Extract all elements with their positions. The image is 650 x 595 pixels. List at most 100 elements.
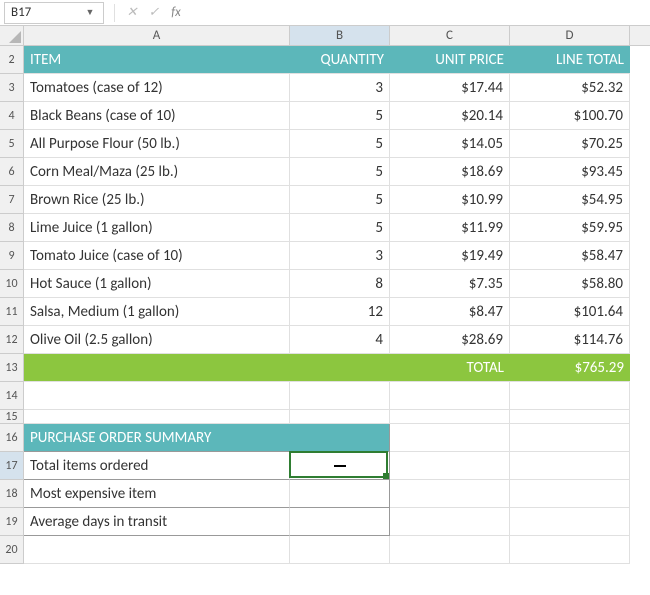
cell[interactable]: Average days in transit [24,508,290,536]
fx-icon[interactable]: fx [165,2,187,24]
cell[interactable] [510,452,630,480]
cell[interactable] [24,354,290,382]
cell[interactable]: Tomato Juice (case of 10) [24,242,290,270]
row-header[interactable]: 2 [0,46,24,74]
cell[interactable] [24,410,290,424]
cell[interactable]: $58.47 [510,242,630,270]
row-header[interactable]: 7 [0,186,24,214]
cell[interactable]: QUANTITY [290,46,390,74]
cell[interactable]: $52.32 [510,74,630,102]
cell[interactable]: $101.64 [510,298,630,326]
cell[interactable]: $20.14 [390,102,510,130]
col-header-c[interactable]: C [390,26,510,45]
cell[interactable]: Lime Juice (1 gallon) [24,214,290,242]
cell[interactable]: 5 [290,214,390,242]
cell[interactable] [290,480,390,508]
cell[interactable] [390,410,510,424]
cell[interactable] [290,424,390,452]
cell[interactable]: $17.44 [390,74,510,102]
cell[interactable] [510,536,630,564]
cell[interactable]: Olive Oil (2.5 gallon) [24,326,290,354]
cell[interactable]: $59.95 [510,214,630,242]
cell[interactable] [510,508,630,536]
cell[interactable]: 5 [290,130,390,158]
cell[interactable]: ITEM [24,46,290,74]
cell[interactable] [510,382,630,410]
cell[interactable]: $14.05 [390,130,510,158]
cell[interactable]: PURCHASE ORDER SUMMARY [24,424,290,452]
cell[interactable]: UNIT PRICE [390,46,510,74]
cell[interactable] [290,382,390,410]
cell[interactable]: Corn Meal/Maza (25 lb.) [24,158,290,186]
name-box[interactable]: B17 ▼ [4,2,104,24]
cell[interactable] [24,536,290,564]
cell[interactable]: $8.47 [390,298,510,326]
row-header[interactable]: 13 [0,354,24,382]
col-header-d[interactable]: D [510,26,630,45]
row-header[interactable]: 11 [0,298,24,326]
cell[interactable] [390,382,510,410]
cell[interactable]: TOTAL [390,354,510,382]
cell[interactable] [290,410,390,424]
cell[interactable] [390,536,510,564]
row-header[interactable]: 12 [0,326,24,354]
cell[interactable] [390,424,510,452]
cell[interactable]: Most expensive item [24,480,290,508]
cell[interactable]: $70.25 [510,130,630,158]
row-header[interactable]: 8 [0,214,24,242]
cell[interactable] [390,508,510,536]
cell[interactable]: Tomatoes (case of 12) [24,74,290,102]
row-header[interactable]: 15 [0,410,24,424]
cell[interactable]: $11.99 [390,214,510,242]
cell[interactable] [24,382,290,410]
cell[interactable] [510,424,630,452]
col-header-b[interactable]: B [290,26,390,45]
row-header[interactable]: 10 [0,270,24,298]
cell[interactable]: Black Beans (case of 10) [24,102,290,130]
formula-input[interactable] [187,2,650,24]
row-header[interactable]: 5 [0,130,24,158]
cell[interactable]: 5 [290,186,390,214]
cell[interactable]: $18.69 [390,158,510,186]
cell[interactable]: $100.70 [510,102,630,130]
cell[interactable]: 3 [290,242,390,270]
cell[interactable]: $114.76 [510,326,630,354]
cell[interactable] [510,480,630,508]
cell[interactable]: 8 [290,270,390,298]
cell[interactable]: $10.99 [390,186,510,214]
cell[interactable]: Brown Rice (25 lb.) [24,186,290,214]
cell[interactable]: Salsa, Medium (1 gallon) [24,298,290,326]
cell[interactable] [390,452,510,480]
cell[interactable]: LINE TOTAL [510,46,630,74]
cell[interactable]: Hot Sauce (1 gallon) [24,270,290,298]
cell[interactable]: $19.49 [390,242,510,270]
cell[interactable]: 12 [290,298,390,326]
cell[interactable] [390,480,510,508]
row-header[interactable]: 3 [0,74,24,102]
cell[interactable] [290,508,390,536]
cell[interactable]: 5 [290,102,390,130]
row-header[interactable]: 9 [0,242,24,270]
cell[interactable]: $54.95 [510,186,630,214]
cell[interactable]: $28.69 [390,326,510,354]
cell[interactable]: 3 [290,74,390,102]
row-header[interactable]: 20 [0,536,24,564]
row-header[interactable]: 17 [0,452,24,480]
select-all-corner[interactable] [0,26,24,46]
cell[interactable]: $765.29 [510,354,630,382]
cell[interactable]: $7.35 [390,270,510,298]
cell[interactable]: All Purpose Flour (50 lb.) [24,130,290,158]
row-header[interactable]: 6 [0,158,24,186]
cell[interactable]: $58.80 [510,270,630,298]
cell[interactable]: 5 [290,158,390,186]
row-header[interactable]: 16 [0,424,24,452]
cell[interactable]: 4 [290,326,390,354]
row-header[interactable]: 14 [0,382,24,410]
row-header[interactable]: 18 [0,480,24,508]
cell-selected[interactable] [290,452,390,480]
col-header-a[interactable]: A [24,26,290,45]
cell[interactable]: $93.45 [510,158,630,186]
row-header[interactable]: 4 [0,102,24,130]
row-header[interactable]: 19 [0,508,24,536]
cell[interactable] [510,410,630,424]
